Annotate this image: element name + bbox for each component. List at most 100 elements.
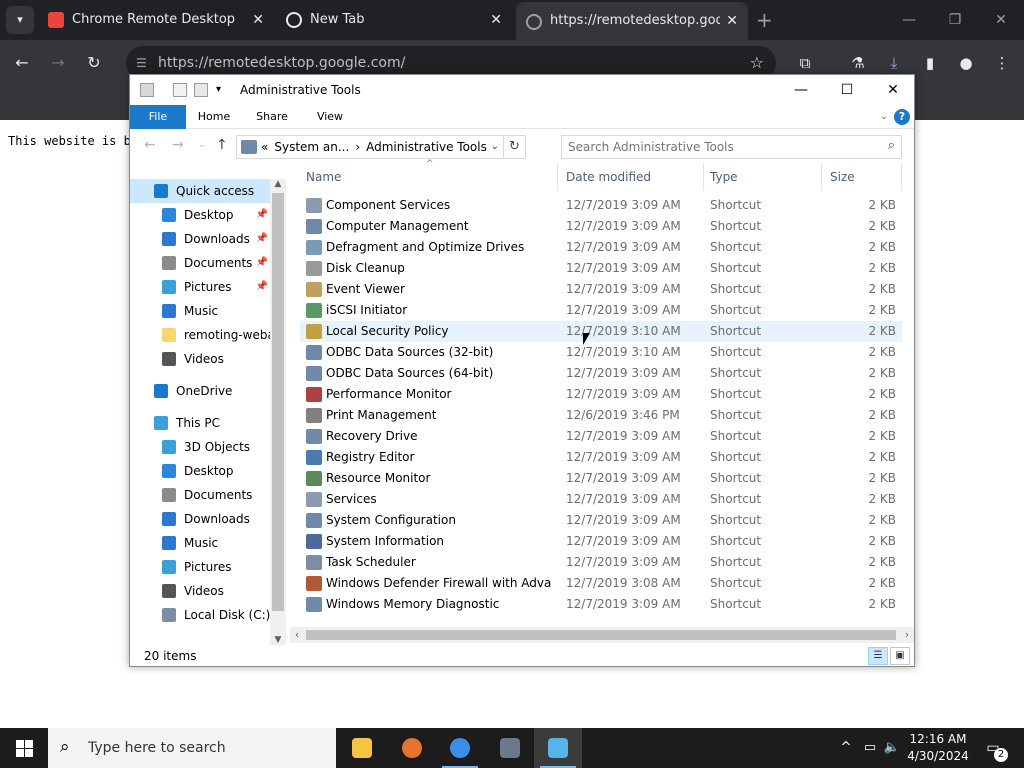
back-arrow-icon[interactable]: ←: [144, 137, 156, 153]
sidebar-item[interactable]: 3D Objects: [130, 435, 272, 459]
file-row[interactable]: Disk Cleanup 12/7/2019 3:09 AM Shortcut 2 K…: [300, 258, 902, 279]
minimize-icon[interactable]: —: [886, 0, 932, 40]
scroll-up-icon[interactable]: ▲: [270, 179, 286, 189]
maximize-icon[interactable]: ☐: [824, 75, 870, 105]
start-button[interactable]: [0, 728, 48, 768]
file-row[interactable]: ODBC Data Sources (32-bit) 12/7/2019 3:10…: [300, 342, 902, 363]
minimize-icon[interactable]: —: [778, 75, 824, 105]
sidebar-item[interactable]: Downloads: [130, 507, 272, 531]
file-row[interactable]: Resource Monitor 12/7/2019 3:09 AM Shortcu…: [300, 468, 902, 489]
close-icon[interactable]: ✕: [870, 75, 916, 105]
sidebar-item[interactable]: Desktop: [130, 459, 272, 483]
file-row[interactable]: Event Viewer 12/7/2019 3:09 AM Shortcut 2 K…: [300, 279, 902, 300]
close-icon[interactable]: ✕: [490, 0, 502, 40]
taskbar-firefox[interactable]: [388, 728, 436, 768]
tab-share[interactable]: Share: [250, 105, 294, 129]
labs-flask-icon[interactable]: ⚗: [845, 50, 871, 76]
tab-search-button[interactable]: ▾: [6, 6, 34, 34]
sidebar-item[interactable]: Local Disk (C:): [130, 603, 272, 627]
download-icon[interactable]: ⤓: [881, 50, 907, 76]
file-row[interactable]: ODBC Data Sources (64-bit) 12/7/2019 3:09…: [300, 363, 902, 384]
file-row[interactable]: Component Services 12/7/2019 3:09 AM Short…: [300, 195, 902, 216]
side-panel-icon[interactable]: ▮: [917, 50, 943, 76]
nav-scrollbar[interactable]: ▲ ▼: [270, 179, 286, 645]
file-row[interactable]: Windows Memory Diagnostic 12/7/2019 3:09 …: [300, 594, 902, 615]
search-box[interactable]: ⌕: [561, 135, 902, 159]
taskbar-file-explorer[interactable]: [338, 728, 386, 768]
tab-home[interactable]: Home: [192, 105, 236, 129]
site-info-icon[interactable]: ☰: [136, 56, 150, 70]
sidebar-item[interactable]: Music: [130, 531, 272, 555]
close-window-icon[interactable]: ✕: [978, 0, 1024, 40]
reload-icon[interactable]: ↻: [81, 50, 107, 76]
file-row[interactable]: Performance Monitor 12/7/2019 3:09 AM Shor…: [300, 384, 902, 405]
tab-chrome-remote-desktop[interactable]: Chrome Remote Desktop ✕: [38, 0, 274, 40]
extensions-icon[interactable]: ⧉: [792, 50, 818, 76]
sidebar-item[interactable]: Desktop 📌: [130, 203, 272, 227]
properties-icon[interactable]: [140, 83, 154, 97]
details-view-icon[interactable]: ☰: [868, 647, 888, 665]
taskbar-chrome[interactable]: [436, 728, 484, 768]
up-arrow-icon[interactable]: ↑: [216, 137, 228, 153]
sidebar-item[interactable]: Videos: [130, 347, 272, 371]
notification-icon[interactable]: ▭ 2: [980, 736, 1008, 762]
chevron-up-icon[interactable]: ^: [836, 728, 856, 768]
sidebar-item[interactable]: Downloads 📌: [130, 227, 272, 251]
scroll-thumb[interactable]: [272, 193, 284, 611]
column-type[interactable]: Type: [704, 163, 822, 191]
chevron-down-icon[interactable]: ⌄: [491, 136, 499, 158]
close-icon[interactable]: ✕: [252, 0, 264, 40]
back-arrow-icon[interactable]: ←: [9, 50, 35, 76]
checkmark-icon[interactable]: [173, 83, 187, 97]
clock[interactable]: 12:16 AM 4/30/2024: [904, 731, 972, 765]
new-folder-icon[interactable]: [194, 83, 208, 97]
refresh-icon[interactable]: ↻: [503, 136, 525, 158]
file-row[interactable]: Local Security Policy 12/7/2019 3:10 AM Sh…: [300, 321, 902, 342]
scroll-down-icon[interactable]: ▼: [270, 635, 286, 645]
file-row[interactable]: System Information 12/7/2019 3:09 AM Short…: [300, 531, 902, 552]
sidebar-item[interactable]: Documents: [130, 483, 272, 507]
search-input[interactable]: [568, 138, 868, 156]
file-row[interactable]: Print Management 12/6/2019 3:46 PM Shortcu…: [300, 405, 902, 426]
file-row[interactable]: System Configuration 12/7/2019 3:09 AM Sho…: [300, 510, 902, 531]
close-icon[interactable]: ✕: [726, 2, 738, 40]
scroll-thumb[interactable]: [306, 630, 896, 640]
file-row[interactable]: Services 12/7/2019 3:09 AM Shortcut 2 KB: [300, 489, 902, 510]
explorer-address-bar[interactable]: « System an... › Administrative Tools ⌄ ↻: [236, 135, 526, 159]
forward-arrow-icon[interactable]: →: [172, 137, 184, 153]
chevron-down-icon[interactable]: ⌄: [880, 105, 888, 129]
breadcrumb-overflow[interactable]: «: [261, 140, 268, 154]
file-row[interactable]: Computer Management 12/7/2019 3:09 AM Shor…: [300, 216, 902, 237]
breadcrumb-separator[interactable]: ›: [355, 140, 360, 154]
scroll-right-icon[interactable]: ›: [900, 627, 914, 643]
volume-muted-icon[interactable]: 🔈: [882, 728, 902, 768]
recent-locations-icon[interactable]: ⌄: [198, 140, 206, 150]
tab-new-tab[interactable]: New Tab ✕: [276, 0, 512, 40]
tab-remotedesktop-active[interactable]: https://remotedesktop.google. ✕: [516, 2, 748, 40]
scroll-left-icon[interactable]: ‹: [290, 627, 304, 643]
taskbar-app[interactable]: [486, 728, 534, 768]
file-row[interactable]: Task Scheduler 12/7/2019 3:09 AM Shortcut 2…: [300, 552, 902, 573]
customize-toolbar-icon[interactable]: ▾: [216, 75, 221, 105]
network-icon[interactable]: ▭: [860, 728, 880, 768]
sidebar-item[interactable]: Pictures 📌: [130, 275, 272, 299]
sidebar-item[interactable]: remoting-webap: [130, 323, 272, 347]
sidebar-item[interactable]: Quick access: [130, 179, 272, 203]
column-date-modified[interactable]: Date modified: [560, 163, 704, 191]
sidebar-item[interactable]: Music: [130, 299, 272, 323]
profile-avatar-icon[interactable]: ●: [953, 50, 979, 76]
new-tab-button[interactable]: +: [756, 0, 773, 40]
tab-view[interactable]: View: [308, 105, 352, 129]
breadcrumb-admin-tools[interactable]: Administrative Tools: [366, 140, 487, 154]
taskbar-remote-desktop[interactable]: [534, 728, 582, 768]
help-icon[interactable]: ?: [894, 109, 910, 125]
column-name[interactable]: Name: [300, 163, 558, 191]
sidebar-item[interactable]: This PC: [130, 411, 272, 435]
sidebar-item[interactable]: Pictures: [130, 555, 272, 579]
breadcrumb-system[interactable]: System an...: [274, 140, 349, 154]
file-row[interactable]: iSCSI Initiator 12/7/2019 3:09 AM Shortcut…: [300, 300, 902, 321]
forward-arrow-icon[interactable]: →: [45, 50, 71, 76]
large-icons-view-icon[interactable]: ▣: [890, 647, 910, 665]
sidebar-item[interactable]: Documents 📌: [130, 251, 272, 275]
restore-icon[interactable]: ❐: [932, 0, 978, 40]
